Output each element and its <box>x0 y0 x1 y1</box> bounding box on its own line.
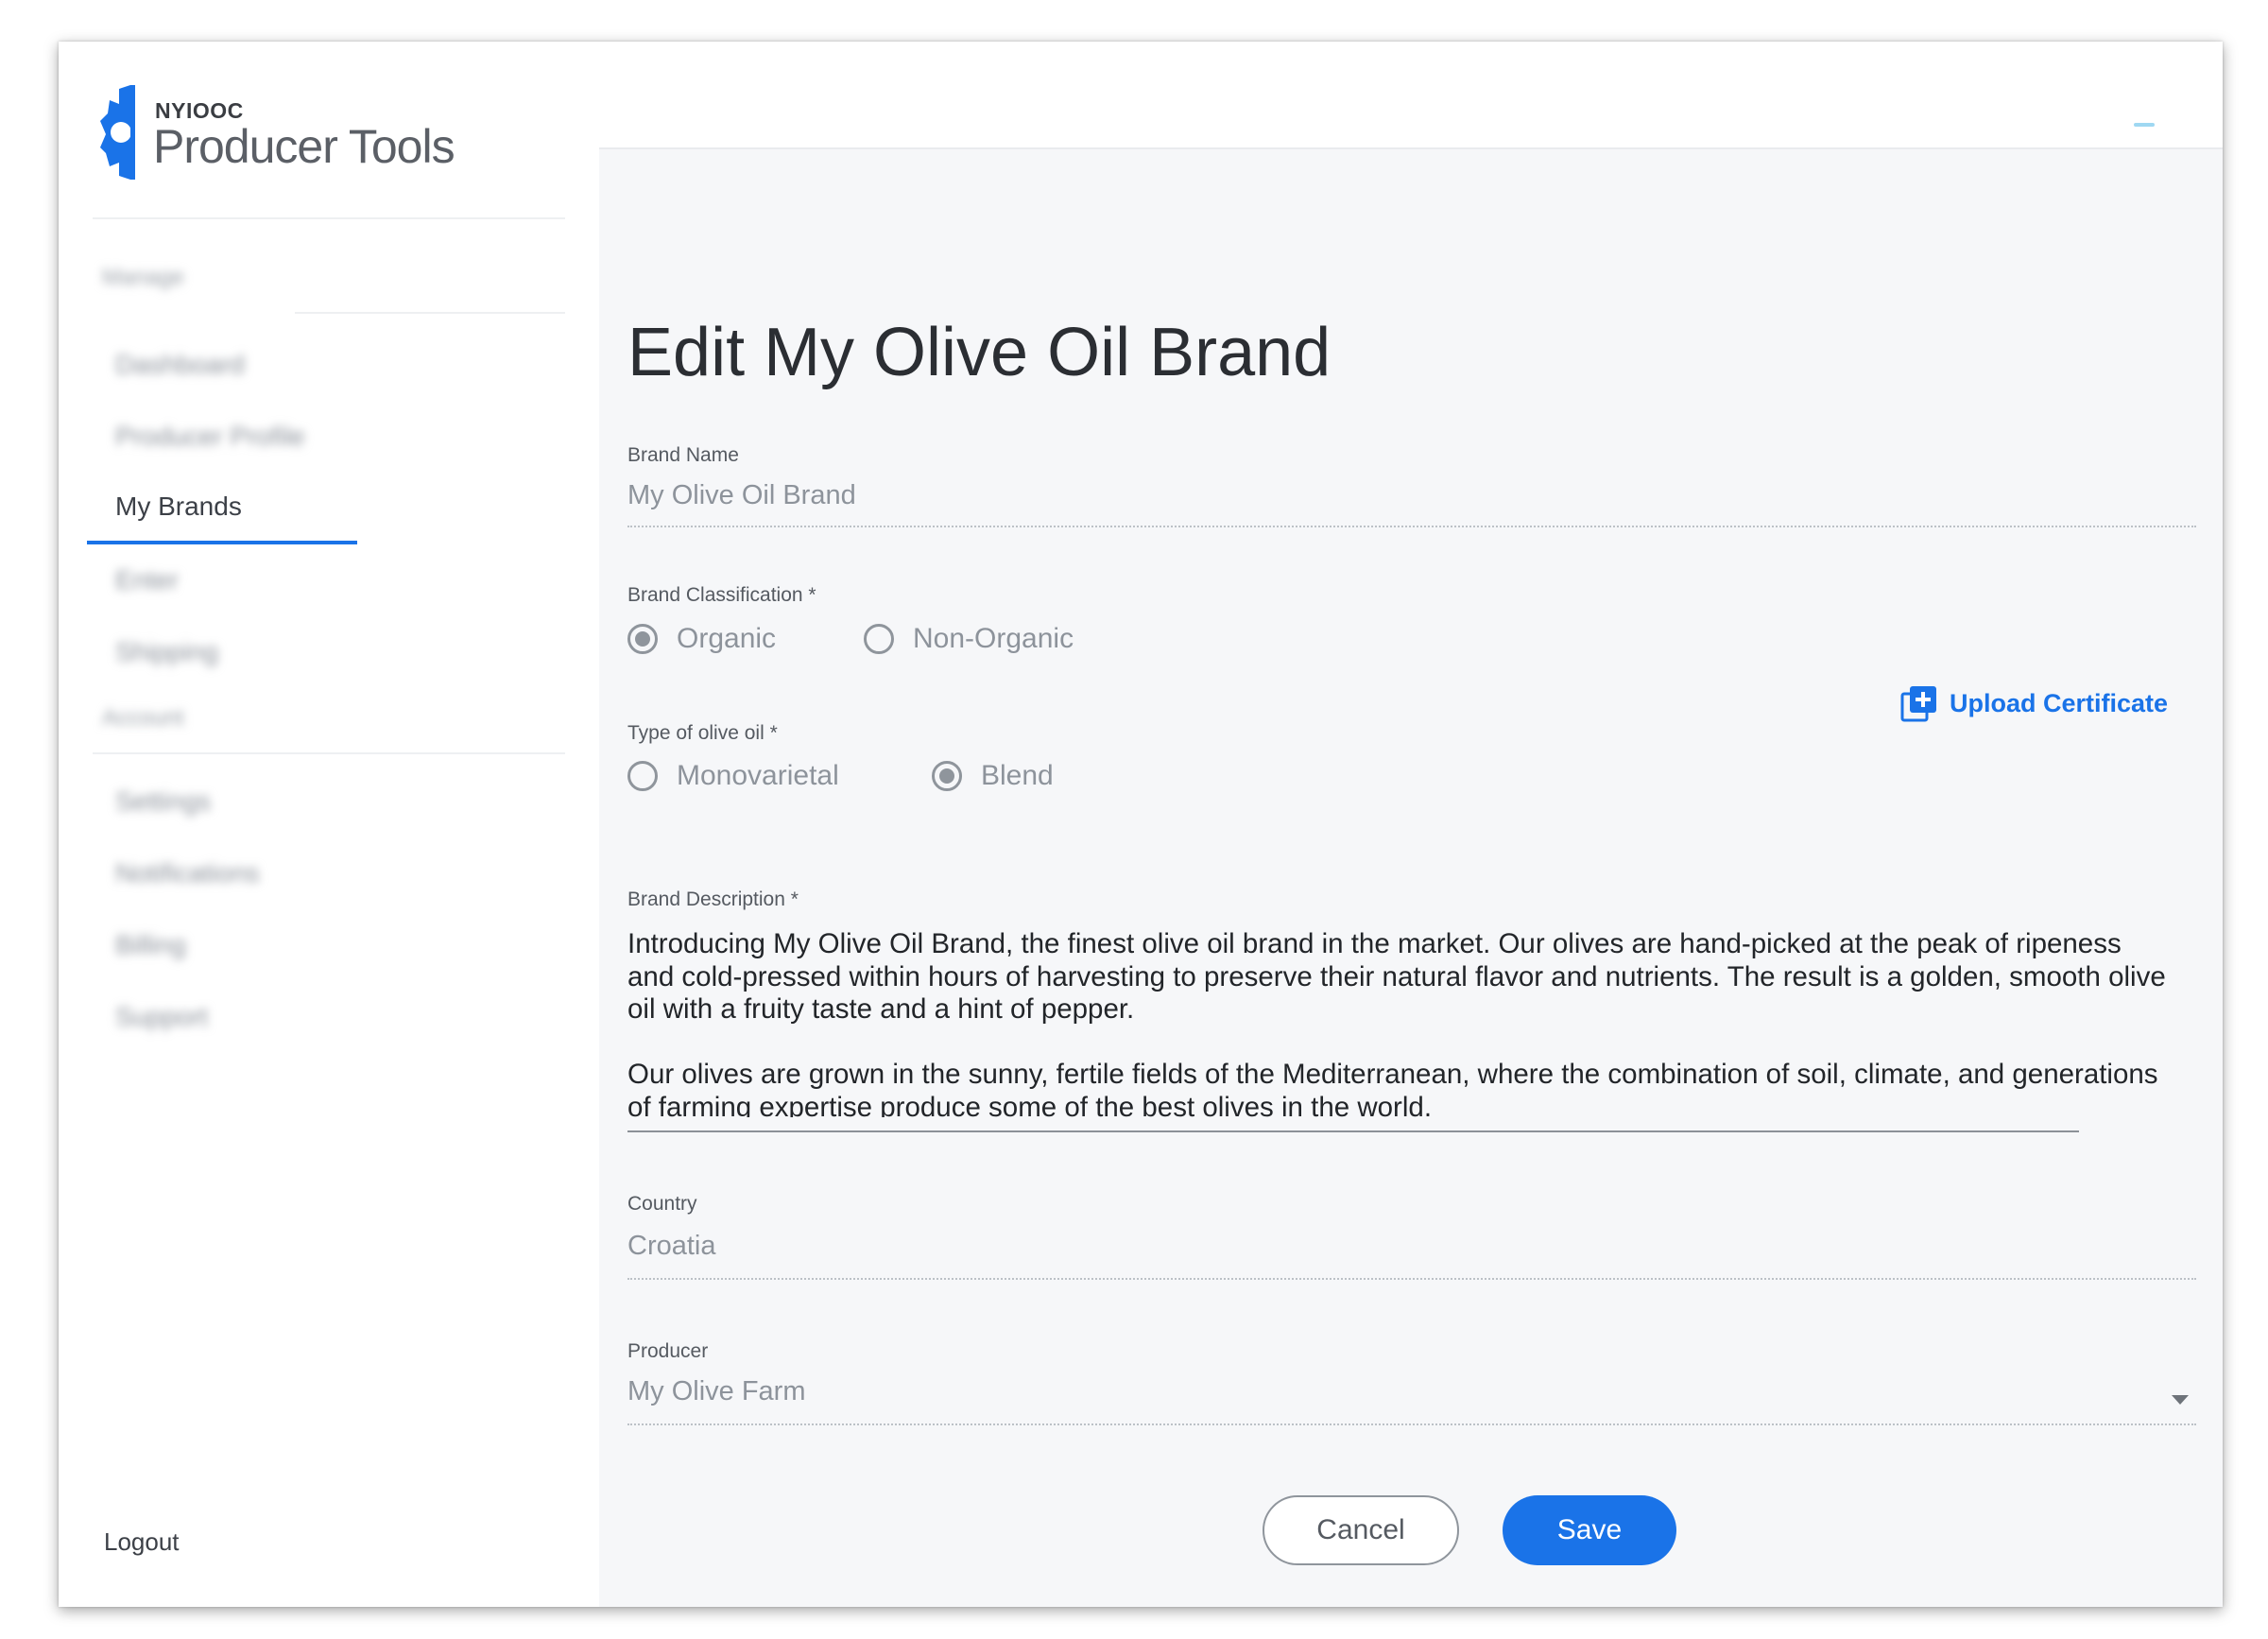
sidebar-item-my-brands[interactable]: My Brands <box>115 492 242 522</box>
field-underline <box>627 1423 2196 1425</box>
country-label: Country <box>627 1193 697 1215</box>
sidebar-item-enter[interactable]: Enter <box>115 565 179 595</box>
sidebar-item-settings[interactable]: Settings <box>115 786 211 817</box>
producer-select[interactable]: My Olive Farm <box>627 1376 806 1407</box>
brand-description-label: Brand Description * <box>627 889 799 910</box>
add-box-icon <box>1900 686 1936 722</box>
page-title: Edit My Olive Oil Brand <box>627 315 1332 390</box>
radio-unchecked-icon <box>627 761 658 791</box>
description-paragraph: Introducing My Olive Oil Brand, the fine… <box>627 928 2166 1025</box>
sidebar-item-billing[interactable]: Billing <box>115 930 186 960</box>
radio-monovarietal[interactable]: Monovarietal <box>627 757 839 795</box>
field-underline <box>627 1278 2196 1280</box>
logo-title: Producer Tools <box>153 120 455 173</box>
app-logo[interactable]: NYIOOC Producer Tools <box>100 85 478 180</box>
country-field[interactable]: Croatia <box>627 1231 716 1262</box>
active-nav-indicator <box>87 541 357 544</box>
textarea-underline <box>627 1130 2079 1132</box>
sidebar-item-dashboard[interactable]: Dashboard <box>115 350 245 380</box>
field-underline <box>627 526 2196 527</box>
sidebar-item-producer-profile[interactable]: Producer Profile <box>115 422 305 452</box>
radio-non-organic-label: Non-Organic <box>913 623 1074 654</box>
edit-brand-form: Edit My Olive Oil Brand Brand Name My Ol… <box>599 149 2223 1607</box>
brand-description-textarea[interactable]: Introducing My Olive Oil Brand, the fine… <box>627 928 2172 1117</box>
logout-link[interactable]: Logout <box>104 1527 180 1557</box>
sidebar-divider <box>295 312 565 314</box>
nyiooc-logo-icon <box>100 85 135 180</box>
top-bar <box>599 42 2223 149</box>
oil-type-label: Type of olive oil * <box>627 722 778 744</box>
producer-label: Producer <box>627 1340 709 1362</box>
radio-unchecked-icon <box>864 624 894 654</box>
description-paragraph: Our olives are grown in the sunny, ferti… <box>627 1059 2158 1117</box>
nav-section-manage: Manage <box>102 265 184 290</box>
radio-checked-icon <box>627 624 658 654</box>
radio-blend[interactable]: Blend <box>932 757 1054 795</box>
save-button[interactable]: Save <box>1503 1495 1676 1565</box>
loading-indicator <box>2134 123 2155 127</box>
cancel-button[interactable]: Cancel <box>1263 1495 1459 1565</box>
radio-organic-label: Organic <box>677 623 777 654</box>
sidebar-item-shipping[interactable]: Shipping <box>115 637 218 667</box>
sidebar-item-support[interactable]: Support <box>115 1002 208 1032</box>
sidebar-item-notifications[interactable]: Notifications <box>115 858 260 889</box>
caret-down-icon[interactable] <box>2172 1395 2189 1405</box>
radio-checked-icon <box>932 761 962 791</box>
brand-name-field[interactable]: My Olive Oil Brand <box>627 480 856 511</box>
app-window: NYIOOC Producer Tools Manage Dashboard P… <box>59 42 2223 1607</box>
upload-certificate-button[interactable]: Upload Certificate <box>1900 684 2168 722</box>
radio-monovarietal-label: Monovarietal <box>677 760 839 791</box>
radio-non-organic[interactable]: Non-Organic <box>864 620 1074 658</box>
sidebar: NYIOOC Producer Tools Manage Dashboard P… <box>59 42 599 1607</box>
upload-certificate-label: Upload Certificate <box>1949 688 2168 717</box>
brand-classification-label: Brand Classification * <box>627 584 816 606</box>
radio-organic[interactable]: Organic <box>627 620 776 658</box>
brand-name-label: Brand Name <box>627 444 739 466</box>
nav-section-account: Account <box>102 705 184 731</box>
sidebar-divider <box>93 752 565 754</box>
radio-blend-label: Blend <box>981 760 1054 791</box>
sidebar-divider <box>93 217 565 219</box>
